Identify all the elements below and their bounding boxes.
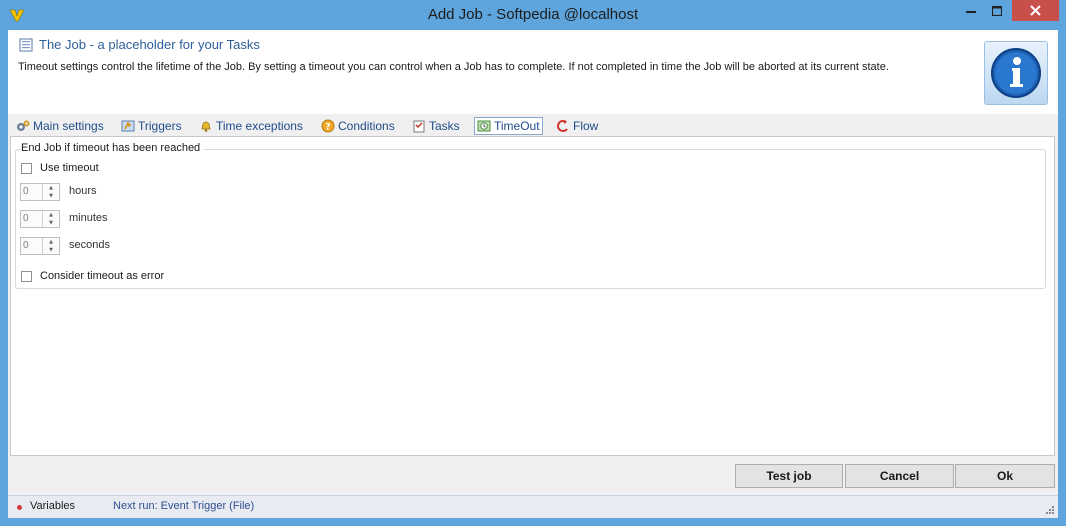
close-icon — [1030, 5, 1041, 16]
tab-main-settings[interactable]: Main settings — [16, 117, 104, 135]
tab-triggers[interactable]: Triggers — [121, 117, 182, 135]
add-job-window: Add Job - Softpedia @localhost The Job -… — [0, 0, 1066, 526]
trigger-icon — [121, 120, 135, 132]
status-dot-icon — [17, 505, 22, 510]
spin-up-icon[interactable]: ▲ — [43, 211, 59, 219]
header-description: Timeout settings control the lifetime of… — [18, 61, 889, 73]
maximize-button[interactable] — [984, 0, 1010, 21]
tasks-icon — [413, 120, 425, 133]
resize-grip-icon[interactable] — [1045, 505, 1055, 515]
spin-down-icon[interactable]: ▼ — [43, 192, 59, 200]
seconds-value[interactable]: 0 — [21, 238, 42, 254]
tab-conditions[interactable]: ? Conditions — [321, 117, 395, 135]
maximize-icon — [992, 5, 1002, 16]
gears-icon — [17, 120, 30, 131]
svg-text:?: ? — [325, 123, 330, 133]
tab-flow[interactable]: Flow — [556, 117, 598, 135]
minutes-label: minutes — [69, 212, 108, 224]
spin-up-icon[interactable]: ▲ — [43, 238, 59, 246]
tab-label: Triggers — [138, 119, 182, 133]
tab-bar: Main settings Triggers Time exceptions ?… — [8, 116, 1058, 136]
tab-label: Tasks — [429, 119, 460, 133]
timeout-error-label: Consider timeout as error — [40, 270, 165, 282]
bell-icon — [201, 121, 211, 132]
window-title: Add Job - Softpedia @localhost — [427, 6, 639, 23]
dialog-client-area: The Job - a placeholder for your Tasks T… — [8, 30, 1058, 518]
seconds-label: seconds — [69, 239, 110, 251]
hours-label: hours — [69, 185, 97, 197]
use-timeout-label: Use timeout — [40, 162, 99, 174]
tab-label: Conditions — [338, 119, 395, 133]
title-bar[interactable]: Add Job - Softpedia @localhost — [0, 0, 1066, 30]
flow-icon — [557, 120, 568, 132]
ok-button[interactable]: Ok — [955, 464, 1055, 488]
variables-status[interactable]: Variables — [30, 500, 75, 512]
job-document-icon — [19, 38, 33, 52]
info-icon — [984, 41, 1048, 105]
timeout-error-checkbox[interactable] — [21, 270, 32, 282]
seconds-spinner[interactable]: 0 ▲ ▼ — [20, 237, 60, 255]
minimize-icon — [966, 10, 976, 13]
header-title: The Job - a placeholder for your Tasks — [39, 37, 260, 52]
spin-down-icon[interactable]: ▼ — [43, 246, 59, 254]
tab-label: TimeOut — [494, 119, 540, 133]
hours-spinner[interactable]: 0 ▲ ▼ — [20, 183, 60, 201]
tab-tasks[interactable]: Tasks — [412, 117, 460, 135]
tab-label: Main settings — [33, 119, 104, 133]
group-label: End Job if timeout has been reached — [21, 142, 205, 154]
timeout-group-box — [15, 149, 1046, 289]
test-job-button[interactable]: Test job — [735, 464, 843, 488]
spin-up-icon[interactable]: ▲ — [43, 184, 59, 192]
tab-timeout[interactable]: TimeOut — [474, 117, 543, 135]
header-panel: The Job - a placeholder for your Tasks T… — [8, 30, 1058, 114]
minutes-spinner[interactable]: 0 ▲ ▼ — [20, 210, 60, 228]
minimize-button[interactable] — [958, 0, 984, 21]
timeout-error-row[interactable]: Consider timeout as error — [21, 270, 164, 282]
close-button[interactable] — [1012, 0, 1059, 21]
use-timeout-checkbox[interactable] — [21, 162, 32, 174]
spin-down-icon[interactable]: ▼ — [43, 219, 59, 227]
minutes-value[interactable]: 0 — [21, 211, 42, 227]
cancel-button[interactable]: Cancel — [845, 464, 954, 488]
next-run-status: Next run: Event Trigger (File) — [113, 500, 255, 512]
use-timeout-row[interactable]: Use timeout — [21, 162, 99, 174]
question-icon: ? — [321, 119, 335, 133]
timeout-icon — [477, 120, 491, 132]
tab-label: Time exceptions — [216, 119, 303, 133]
status-bar: Variables Next run: Event Trigger (File) — [8, 495, 1058, 518]
hours-value[interactable]: 0 — [21, 184, 42, 200]
tab-label: Flow — [573, 119, 599, 133]
tab-time-exceptions[interactable]: Time exceptions — [199, 117, 303, 135]
